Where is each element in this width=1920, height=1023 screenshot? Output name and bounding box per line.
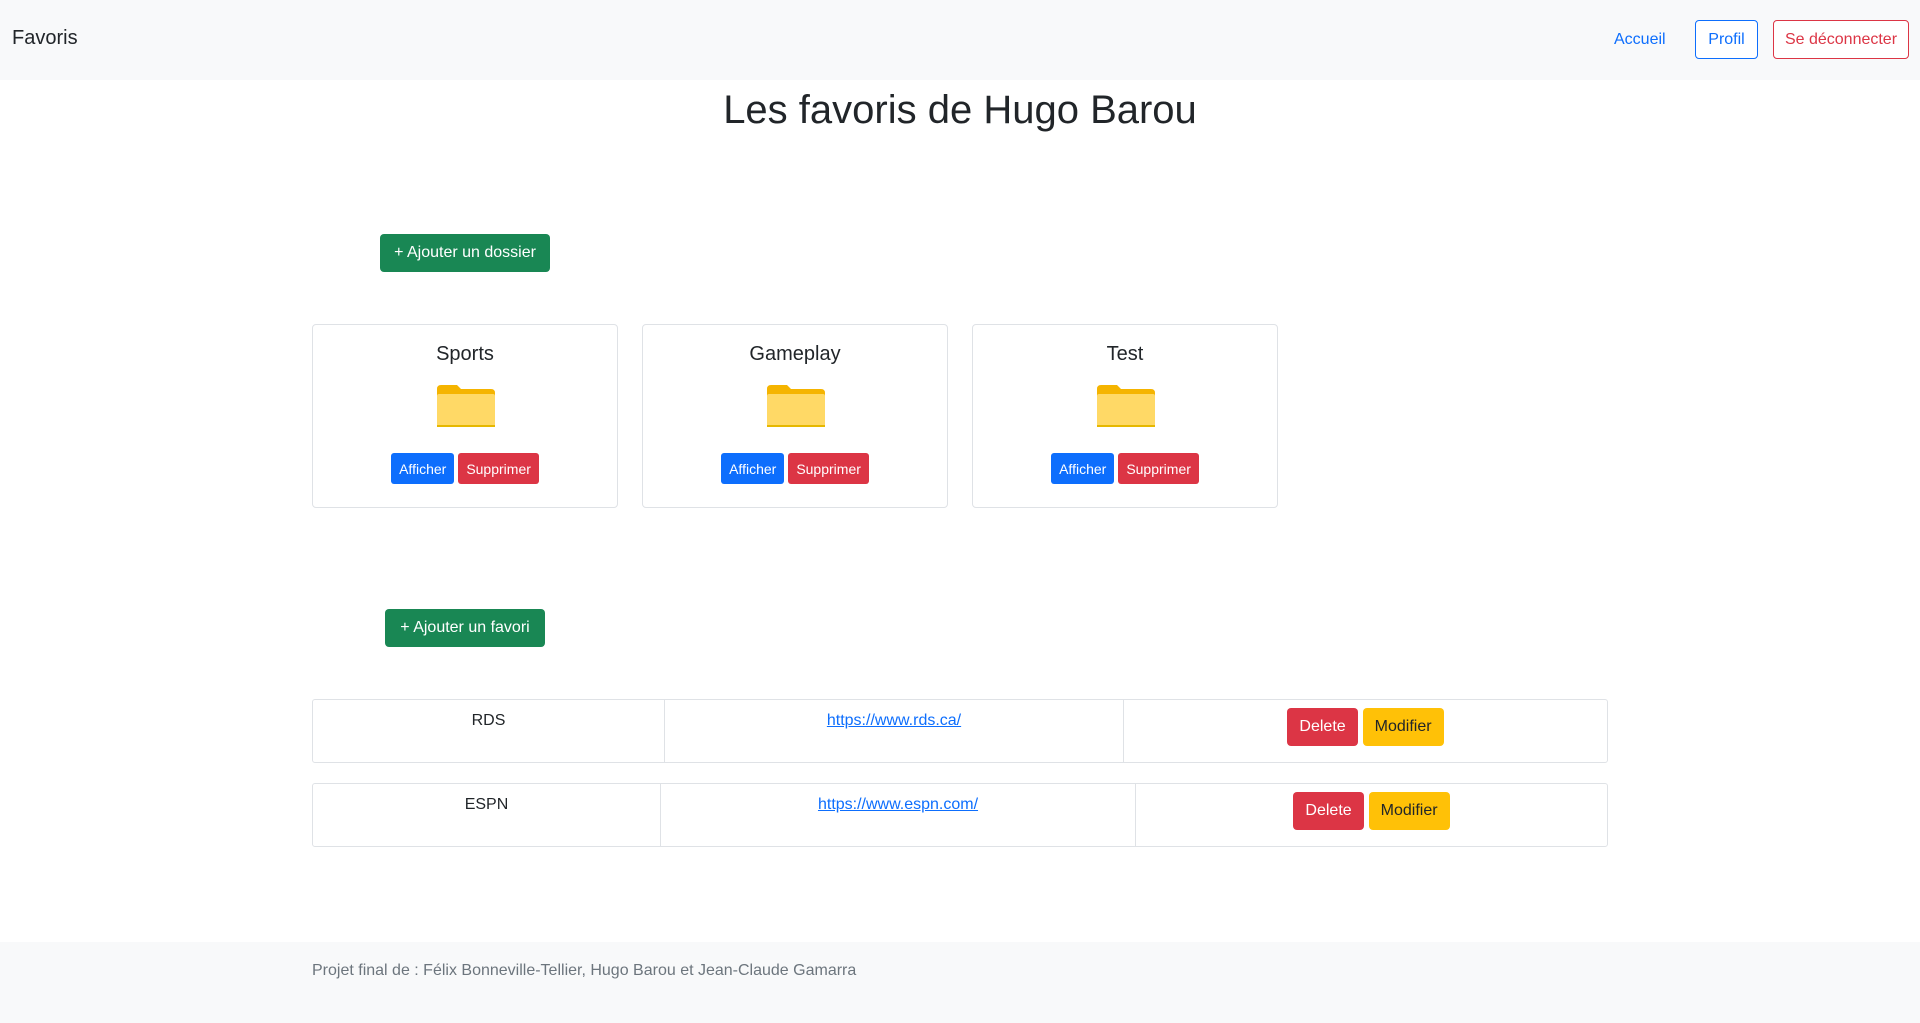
favorite-name: ESPN [313, 784, 661, 846]
navbar-brand[interactable]: Favoris [12, 27, 78, 50]
favorite-url-cell: https://www.rds.ca/ [665, 700, 1124, 762]
add-favorite-button[interactable]: + Ajouter un favori [385, 609, 545, 647]
folder-title: Test [1106, 343, 1144, 365]
delete-favorite-button[interactable]: Delete [1287, 708, 1358, 746]
delete-favorite-button[interactable]: Delete [1293, 792, 1364, 830]
footer: Projet final de : Félix Bonneville-Telli… [0, 942, 1920, 1023]
profile-button[interactable]: Profil [1695, 20, 1758, 59]
footer-credits: Projet final de : Félix Bonneville-Telli… [312, 962, 857, 979]
folder-icon [1097, 385, 1155, 427]
folder-card-sports: Sports Afficher Supprimer [312, 324, 618, 508]
show-folder-button[interactable]: Afficher [721, 453, 785, 484]
favorite-actions: Delete Modifier [1136, 784, 1607, 846]
edit-favorite-button[interactable]: Modifier [1368, 792, 1450, 830]
favorite-url-link[interactable]: https://www.rds.ca/ [827, 712, 961, 729]
favorite-actions: Delete Modifier [1124, 700, 1607, 762]
logout-button[interactable]: Se déconnecter [1773, 20, 1909, 59]
page-title: Les favoris de Hugo Barou [723, 88, 1197, 132]
folder-title: Gameplay [749, 343, 841, 365]
folder-card-test: Test Afficher Supprimer [972, 324, 1278, 508]
favorite-url-cell: https://www.espn.com/ [661, 784, 1136, 846]
favorite-url-link[interactable]: https://www.espn.com/ [818, 796, 978, 813]
favorite-row: ESPN https://www.espn.com/ Delete Modifi… [312, 783, 1608, 847]
folder-icon [767, 385, 825, 427]
folder-icon [437, 385, 495, 427]
folder-card-gameplay: Gameplay Afficher Supprimer [642, 324, 948, 508]
add-folder-button[interactable]: + Ajouter un dossier [380, 234, 550, 272]
favorite-row: RDS https://www.rds.ca/ Delete Modifier [312, 699, 1608, 763]
delete-folder-button[interactable]: Supprimer [1118, 453, 1199, 484]
nav-link-home[interactable]: Accueil [1614, 31, 1666, 49]
show-folder-button[interactable]: Afficher [391, 453, 455, 484]
delete-folder-button[interactable]: Supprimer [788, 453, 869, 484]
favorite-name: RDS [313, 700, 665, 762]
navbar: Favoris Accueil Profil Se déconnecter [0, 0, 1920, 80]
show-folder-button[interactable]: Afficher [1051, 453, 1115, 484]
delete-folder-button[interactable]: Supprimer [458, 453, 539, 484]
edit-favorite-button[interactable]: Modifier [1362, 708, 1444, 746]
folder-title: Sports [436, 343, 494, 365]
